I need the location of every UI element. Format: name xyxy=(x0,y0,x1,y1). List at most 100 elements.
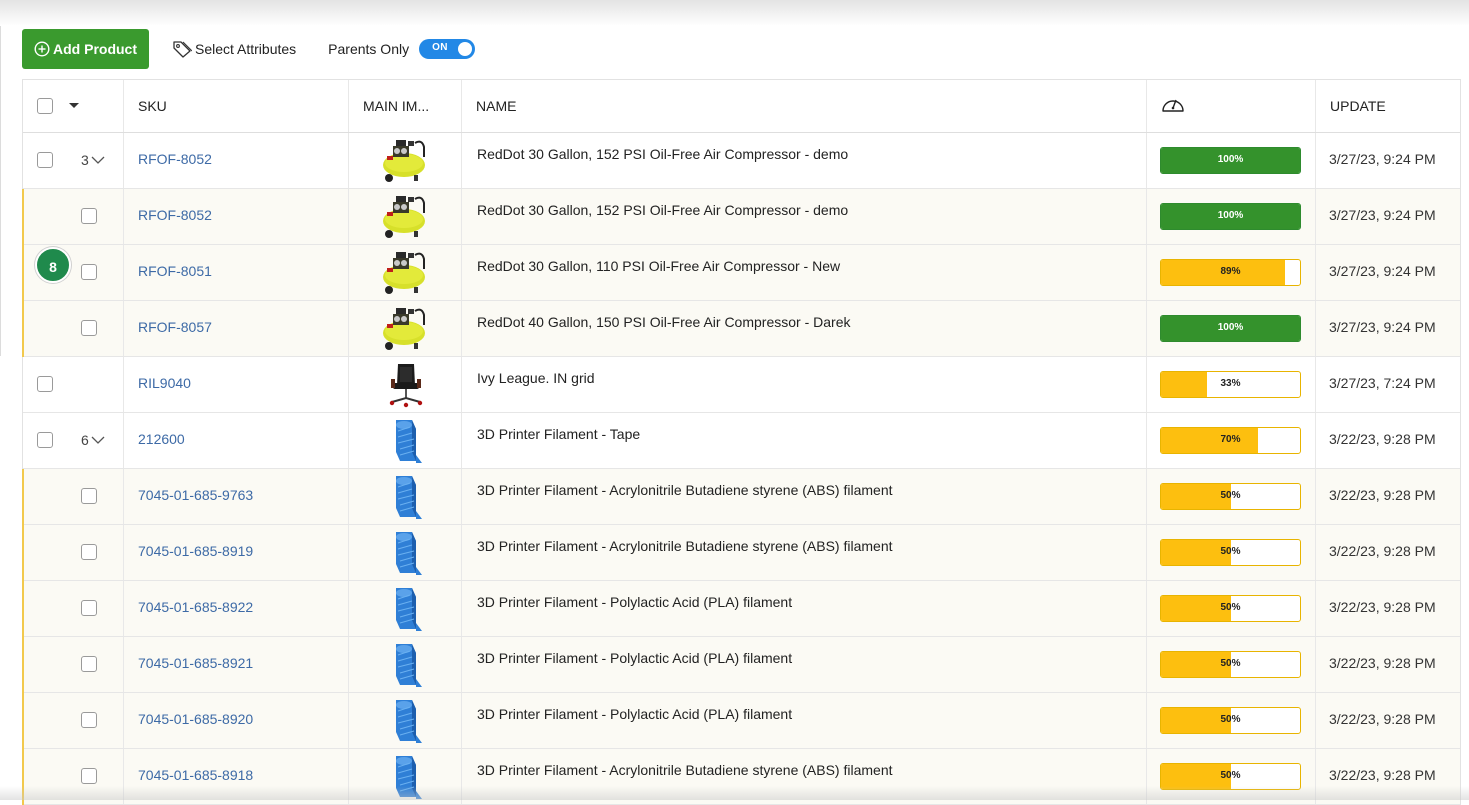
select-attributes-button[interactable]: Select Attributes xyxy=(172,40,296,58)
bottom-shadow xyxy=(0,786,1469,800)
table-row-child[interactable]: 7045-01-685-9763 3D Printer Filament - A… xyxy=(22,469,1460,525)
completeness-cell: 50% xyxy=(1147,693,1316,748)
completeness-percent: 50% xyxy=(1220,546,1241,557)
row-checkbox[interactable] xyxy=(81,208,97,224)
sku-link[interactable]: 7045-01-685-8922 xyxy=(138,599,253,615)
chevron-down-icon xyxy=(91,436,105,444)
completeness-bar: 89% xyxy=(1160,259,1301,286)
caret-down-icon[interactable] xyxy=(69,103,79,108)
row-checkbox[interactable] xyxy=(81,544,97,560)
sku-cell: 7045-01-685-8919 xyxy=(124,525,349,580)
select-all-checkbox[interactable] xyxy=(37,98,53,114)
table-row-child[interactable]: 7045-01-685-8919 3D Printer Filament - A… xyxy=(22,525,1460,581)
table-row-parent[interactable]: 3 RFOF-8052 RedDot 30 Gallon, 152 PSI Oi… xyxy=(23,133,1460,189)
name-cell: 3D Printer Filament - Polylactic Acid (P… xyxy=(462,637,1147,692)
header-completeness[interactable] xyxy=(1147,80,1316,132)
air-compressor-thumbnail[interactable] xyxy=(382,249,430,297)
row-checkbox[interactable] xyxy=(81,656,97,672)
row-checkbox[interactable] xyxy=(81,768,97,784)
select-cell xyxy=(23,469,124,524)
select-cell: 6 xyxy=(23,413,124,468)
table-row-parent[interactable]: 6 212600 3D Printer Filament - Tape 70% … xyxy=(23,413,1460,469)
update-cell: 3/27/23, 9:24 PM xyxy=(1316,189,1460,244)
filament-tape-thumbnail[interactable] xyxy=(382,585,430,633)
notification-badge[interactable]: 8 xyxy=(35,247,71,283)
completeness-bar: 50% xyxy=(1160,595,1301,622)
table-row-child[interactable]: RFOF-8052 RedDot 30 Gallon, 152 PSI Oil-… xyxy=(22,189,1460,245)
row-checkbox[interactable] xyxy=(81,488,97,504)
completeness-bar: 33% xyxy=(1160,371,1301,398)
update-cell: 3/22/23, 9:28 PM xyxy=(1316,413,1460,468)
completeness-cell: 33% xyxy=(1147,357,1316,412)
sku-link[interactable]: 212600 xyxy=(138,431,185,447)
filament-tape-thumbnail[interactable] xyxy=(382,529,430,577)
office-chair-thumbnail[interactable] xyxy=(382,361,430,409)
table-row-single[interactable]: RIL9040 Ivy League. IN grid 33% 3/27/23,… xyxy=(23,357,1460,413)
expand-toggle[interactable]: 3 xyxy=(81,152,105,168)
sku-link[interactable]: 7045-01-685-8919 xyxy=(138,543,253,559)
name-cell: RedDot 30 Gallon, 110 PSI Oil-Free Air C… xyxy=(462,245,1147,300)
filament-tape-thumbnail[interactable] xyxy=(382,697,430,745)
row-checkbox[interactable] xyxy=(37,376,53,392)
table-row-child[interactable]: 7045-01-685-8922 3D Printer Filament - P… xyxy=(22,581,1460,637)
update-cell: 3/27/23, 9:24 PM xyxy=(1316,301,1460,356)
image-cell xyxy=(349,189,462,244)
completeness-cell: 89% xyxy=(1147,245,1316,300)
update-cell: 3/27/23, 9:24 PM xyxy=(1316,245,1460,300)
header-name[interactable]: NAME xyxy=(462,80,1147,132)
table-row-child[interactable]: 7045-01-685-8920 3D Printer Filament - P… xyxy=(22,693,1460,749)
table-row-child[interactable]: 7045-01-685-8921 3D Printer Filament - P… xyxy=(22,637,1460,693)
table-row-child[interactable]: RFOF-8057 RedDot 40 Gallon, 150 PSI Oil-… xyxy=(22,301,1460,357)
sku-link[interactable]: RFOF-8052 xyxy=(138,207,212,223)
updated-timestamp: 3/27/23, 9:24 PM xyxy=(1329,263,1436,279)
updated-timestamp: 3/22/23, 9:28 PM xyxy=(1329,543,1436,559)
air-compressor-thumbnail[interactable] xyxy=(382,305,430,353)
row-checkbox[interactable] xyxy=(81,712,97,728)
sku-link[interactable]: 7045-01-685-8920 xyxy=(138,711,253,727)
sku-link[interactable]: RIL9040 xyxy=(138,375,191,391)
name-cell: 3D Printer Filament - Tape xyxy=(462,413,1147,468)
row-checkbox[interactable] xyxy=(37,432,53,448)
table-row-child[interactable]: RFOF-8051 RedDot 30 Gallon, 110 PSI Oil-… xyxy=(22,245,1460,301)
sku-link[interactable]: RFOF-8052 xyxy=(138,151,212,167)
row-checkbox[interactable] xyxy=(81,320,97,336)
select-cell xyxy=(23,357,124,412)
parents-only-toggle[interactable]: ON xyxy=(419,39,476,59)
sku-link[interactable]: 7045-01-685-9763 xyxy=(138,487,253,503)
air-compressor-thumbnail[interactable] xyxy=(382,193,430,241)
product-name: RedDot 30 Gallon, 152 PSI Oil-Free Air C… xyxy=(477,146,849,162)
updated-timestamp: 3/27/23, 9:24 PM xyxy=(1329,151,1436,167)
completeness-percent: 50% xyxy=(1220,490,1241,501)
completeness-bar: 100% xyxy=(1160,203,1301,230)
header-name-label: NAME xyxy=(476,98,517,114)
sku-link[interactable]: RFOF-8057 xyxy=(138,319,212,335)
filament-tape-thumbnail[interactable] xyxy=(382,641,430,689)
air-compressor-thumbnail[interactable] xyxy=(382,137,430,185)
image-cell xyxy=(349,245,462,300)
row-checkbox[interactable] xyxy=(81,600,97,616)
header-sku[interactable]: SKU xyxy=(124,80,349,132)
sku-link[interactable]: RFOF-8051 xyxy=(138,263,212,279)
image-cell xyxy=(349,469,462,524)
completeness-cell: 100% xyxy=(1147,301,1316,356)
sku-link[interactable]: 7045-01-685-8921 xyxy=(138,655,253,671)
completeness-bar: 50% xyxy=(1160,539,1301,566)
product-name: 3D Printer Filament - Acrylonitrile Buta… xyxy=(477,482,893,498)
row-checkbox[interactable] xyxy=(81,264,97,280)
left-divider xyxy=(0,26,1,356)
image-cell xyxy=(349,525,462,580)
completeness-cell: 100% xyxy=(1147,133,1316,188)
sku-link[interactable]: 7045-01-685-8918 xyxy=(138,767,253,783)
row-checkbox[interactable] xyxy=(37,152,53,168)
header-update[interactable]: UPDATE xyxy=(1316,80,1460,132)
header-main-image[interactable]: MAIN IM... xyxy=(349,80,462,132)
add-product-button[interactable]: Add Product xyxy=(22,29,149,69)
image-cell xyxy=(349,413,462,468)
filament-tape-thumbnail[interactable] xyxy=(382,473,430,521)
header-main-image-label: MAIN IM... xyxy=(363,98,430,114)
filament-tape-thumbnail[interactable] xyxy=(382,417,430,465)
sku-cell: 7045-01-685-8922 xyxy=(124,581,349,636)
expand-toggle[interactable]: 6 xyxy=(81,432,105,448)
sku-cell: RIL9040 xyxy=(124,357,349,412)
image-cell xyxy=(349,581,462,636)
